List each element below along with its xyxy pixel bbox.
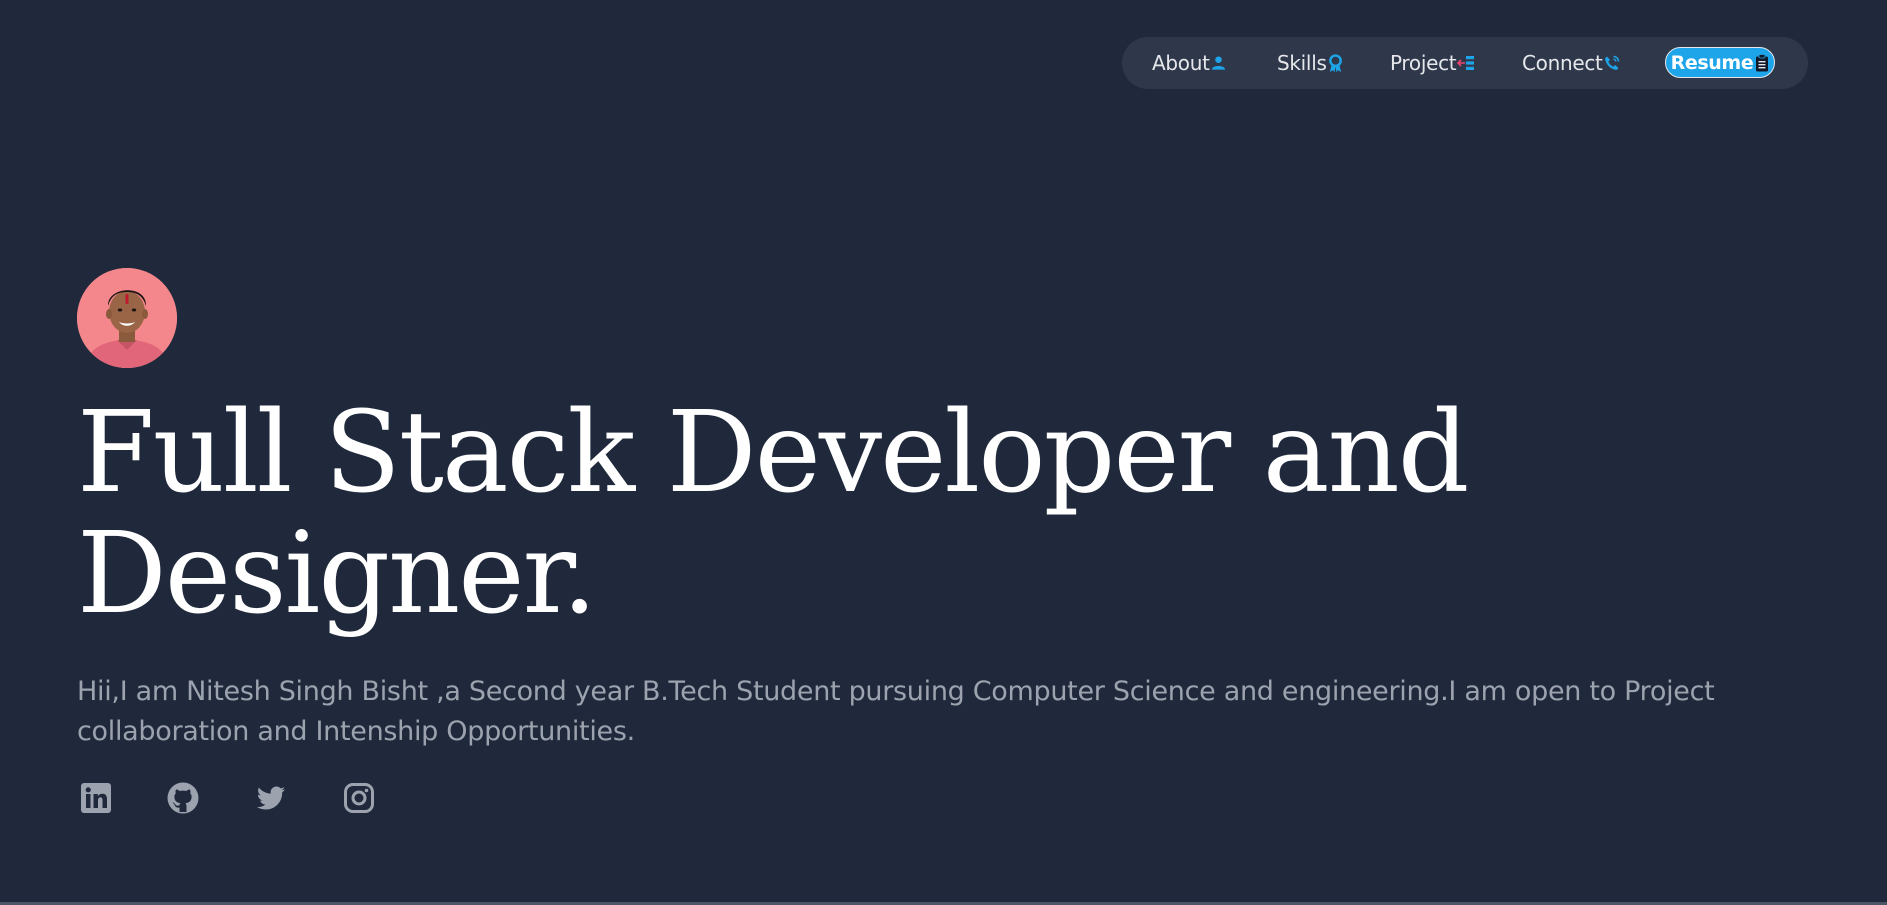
page-title: Full Stack Developer and Designer.: [77, 388, 1469, 639]
linkedin-icon: [81, 783, 111, 813]
instagram-link[interactable]: [343, 782, 375, 814]
linkedin-link[interactable]: [80, 782, 112, 814]
nav-skills-link[interactable]: Skills: [1277, 37, 1343, 89]
intro-text: Hii,I am Nitesh Singh Bisht ,a Second ye…: [77, 676, 1715, 747]
twitter-link[interactable]: [255, 782, 287, 814]
nav-about-label: About: [1152, 51, 1210, 75]
instagram-icon: [344, 783, 374, 813]
github-icon: [167, 782, 199, 814]
top-navigation: About Skills Project Connect Resume: [1122, 37, 1808, 89]
project-icon: [1457, 56, 1475, 70]
avatar: [77, 268, 177, 368]
nav-about-link[interactable]: About: [1152, 37, 1226, 89]
resume-button[interactable]: Resume: [1665, 47, 1775, 78]
phone-icon: [1604, 55, 1619, 70]
person-icon: [1211, 56, 1225, 70]
resume-label: Resume: [1670, 51, 1754, 74]
nav-connect-label: Connect: [1522, 51, 1603, 75]
twitter-icon: [256, 786, 285, 810]
profile-photo: [77, 268, 177, 368]
nav-skills-label: Skills: [1277, 51, 1327, 75]
nav-connect-link[interactable]: Connect: [1522, 37, 1620, 89]
nav-project-label: Project: [1390, 51, 1457, 75]
award-icon: [1328, 53, 1342, 72]
github-link[interactable]: [167, 782, 199, 814]
nav-project-link[interactable]: Project: [1390, 37, 1475, 89]
clipboard-icon: [1756, 53, 1769, 71]
